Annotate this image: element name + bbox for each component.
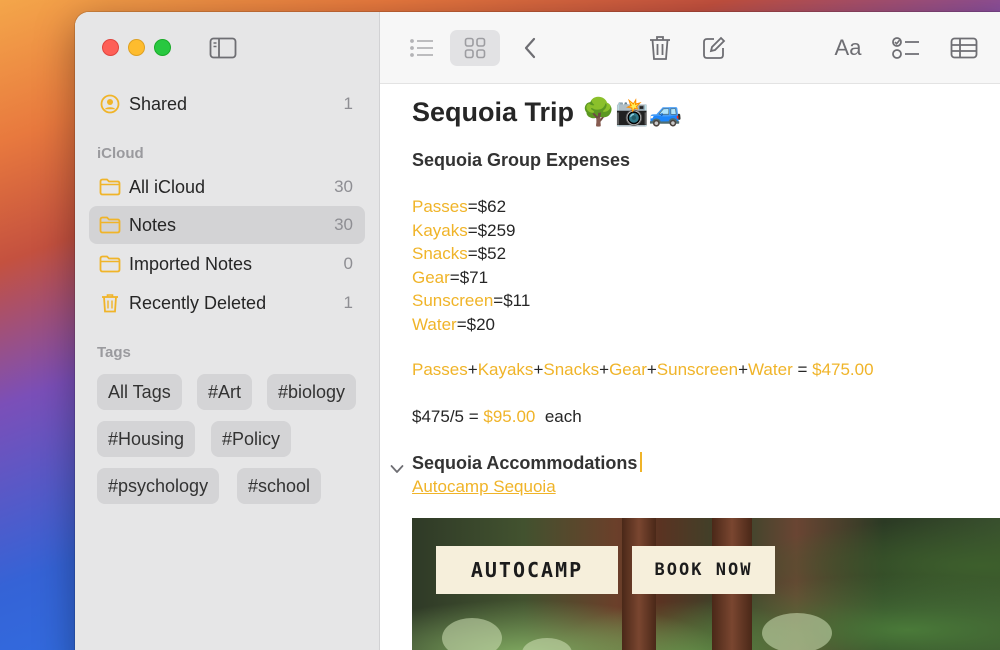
sum-result: $475.00 xyxy=(812,360,874,379)
sidebar-item-count: 1 xyxy=(343,293,353,312)
sidebar-item-recently-deleted[interactable]: Recently Deleted 1 xyxy=(89,284,365,322)
tag-all-tags[interactable]: All Tags xyxy=(97,374,182,410)
sidebar-item-count: 1 xyxy=(343,94,353,113)
expense-variable: Snacks xyxy=(412,244,468,263)
autocamp-logo: AUTOCAMP xyxy=(436,546,618,594)
division-suffix: each xyxy=(544,407,582,426)
note-content[interactable]: Sequoia Trip 🌳📸🚙 Sequoia Group Expenses … xyxy=(390,92,992,500)
expense-list: Passes=$62 Kayaks=$259 Snacks=$52 Gear=$… xyxy=(412,195,992,336)
foliage xyxy=(442,618,502,650)
sum-term: Water xyxy=(748,360,793,379)
division-formula: $475/5 = $95.00 each xyxy=(412,407,582,426)
gallery-view-icon[interactable] xyxy=(450,30,500,66)
expense-row: Water=$20 xyxy=(412,313,992,337)
sum-term: Gear xyxy=(609,360,647,379)
tags-section-header: Tags xyxy=(97,344,131,361)
expense-row: Gear=$71 xyxy=(412,266,992,290)
tag-policy[interactable]: #Policy xyxy=(211,421,292,457)
expense-value: =$20 xyxy=(456,314,496,334)
sidebar-item-label: Shared xyxy=(129,93,188,114)
expense-variable: Kayaks xyxy=(412,220,468,240)
sidebar-item-imported-notes[interactable]: Imported Notes 0 xyxy=(89,245,365,283)
autocamp-link-row: Autocamp Sequoia xyxy=(412,475,992,500)
expense-row: Sunscreen=$11 xyxy=(412,289,992,313)
expense-value: =$62 xyxy=(467,197,507,216)
table-icon[interactable] xyxy=(944,30,984,66)
sum-term: Passes xyxy=(412,360,468,379)
sum-term: Kayaks xyxy=(477,360,534,379)
chevron-down-icon[interactable] xyxy=(390,456,404,480)
sum-formula: Passes+Kayaks+Snacks+Gear+Sunscreen+Wate… xyxy=(412,360,874,379)
folder-icon xyxy=(99,176,121,198)
sidebar-item-count: 0 xyxy=(343,254,353,273)
book-now-button[interactable]: BOOK NOW xyxy=(632,546,775,594)
expense-row: Kayaks=$259 xyxy=(412,219,992,243)
sidebar-item-all-icloud[interactable]: All iCloud 30 xyxy=(89,168,365,206)
foliage xyxy=(522,638,572,650)
note-title[interactable]: Sequoia Trip 🌳📸🚙 xyxy=(412,92,992,132)
sum-term: Sunscreen xyxy=(656,360,739,379)
accommodations-heading-row: Sequoia Accommodations xyxy=(390,451,992,475)
link-preview-image[interactable]: AUTOCAMP BOOK NOW xyxy=(412,518,1000,650)
expense-value: =$259 xyxy=(467,220,516,240)
note-editor: Aa Sequoia Trip 🌳📸🚙 Sequoia Group Expens… xyxy=(380,12,1000,650)
trash-icon xyxy=(99,292,121,314)
division-expression: $475/5 xyxy=(412,407,464,426)
sidebar-item-count: 30 xyxy=(334,215,353,234)
expense-variable: Passes xyxy=(412,197,468,216)
sidebar-item-notes[interactable]: Notes 30 xyxy=(89,206,365,244)
folder-icon xyxy=(99,253,121,275)
expense-variable: Sunscreen xyxy=(412,291,494,310)
sidebar-item-label: Imported Notes xyxy=(129,253,253,274)
expense-value: =$71 xyxy=(449,267,489,287)
zoom-button[interactable] xyxy=(154,39,171,56)
icloud-section-header: iCloud xyxy=(97,145,144,162)
tag-school[interactable]: #school xyxy=(237,468,322,504)
tag-psychology[interactable]: #psychology xyxy=(97,468,220,504)
format-text-icon[interactable]: Aa xyxy=(826,30,870,66)
expense-row: Passes=$62 xyxy=(412,195,992,219)
autocamp-link[interactable]: Autocamp Sequoia xyxy=(412,477,556,496)
folder-icon xyxy=(99,214,121,236)
expense-value: =$52 xyxy=(467,244,507,263)
sidebar-item-label: Notes xyxy=(129,214,177,235)
notes-window: Shared 1 iCloud All iCloud 30 Notes 30 I… xyxy=(75,12,1000,650)
accommodations-heading: Sequoia Accommodations xyxy=(412,453,638,473)
tag-art[interactable]: #Art xyxy=(197,374,253,410)
expense-variable: Water xyxy=(412,314,457,334)
toolbar: Aa xyxy=(380,12,1000,84)
window-controls xyxy=(102,39,171,56)
text-cursor xyxy=(640,452,643,472)
division-result: $95.00 xyxy=(483,407,536,426)
sidebar-item-shared[interactable]: Shared 1 xyxy=(89,85,365,123)
minimize-button[interactable] xyxy=(128,39,145,56)
expense-variable: Gear xyxy=(412,267,450,287)
tag-biology[interactable]: #biology xyxy=(267,374,357,410)
compose-icon[interactable] xyxy=(696,30,732,66)
sidebar-item-label: All iCloud xyxy=(129,176,206,197)
sidebar: Shared 1 iCloud All iCloud 30 Notes 30 I… xyxy=(75,12,380,650)
shared-person-icon xyxy=(99,93,121,115)
foliage xyxy=(762,613,832,650)
expense-row: Snacks=$52 xyxy=(412,242,992,266)
expense-value: =$11 xyxy=(493,291,531,310)
back-icon[interactable] xyxy=(512,30,548,66)
tag-housing[interactable]: #Housing xyxy=(97,421,196,457)
sidebar-item-count: 30 xyxy=(334,177,353,196)
list-view-icon[interactable] xyxy=(402,30,442,66)
checklist-icon[interactable] xyxy=(886,30,926,66)
expenses-heading: Sequoia Group Expenses xyxy=(412,150,631,170)
sum-term: Snacks xyxy=(543,360,600,379)
sidebar-item-label: Recently Deleted xyxy=(129,292,267,313)
sidebar-toggle-icon[interactable] xyxy=(209,37,237,59)
close-button[interactable] xyxy=(102,39,119,56)
trash-icon[interactable] xyxy=(642,30,678,66)
